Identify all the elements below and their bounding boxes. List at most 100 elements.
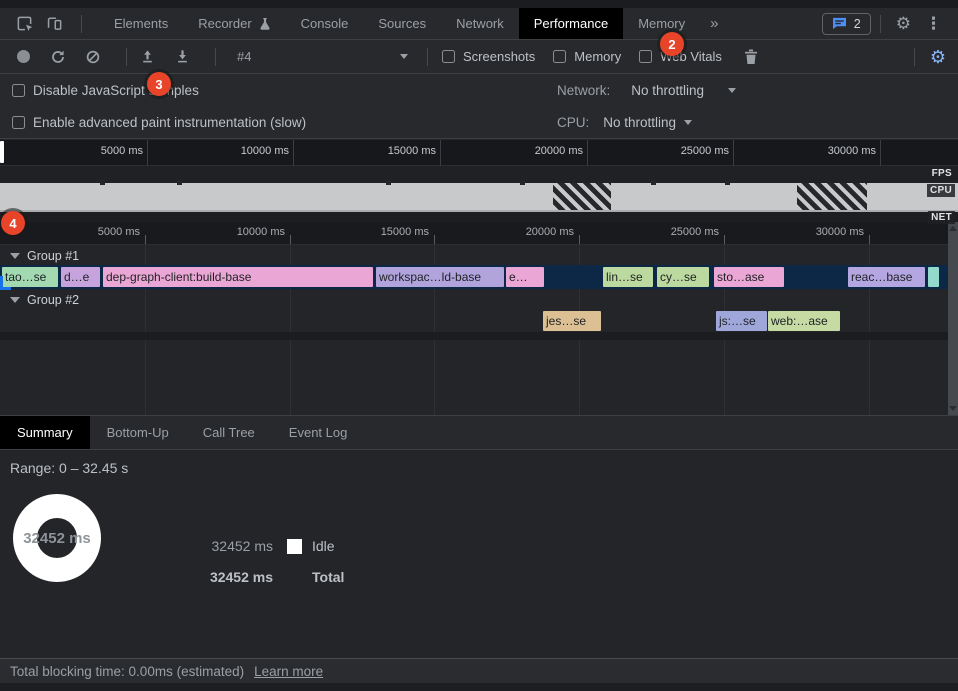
separator [215, 48, 216, 66]
overview-net-lane: NET [0, 210, 958, 222]
device-toolbar-icon[interactable] [42, 12, 66, 36]
caret-down-icon [684, 120, 692, 125]
load-profile-button[interactable] [136, 46, 158, 68]
clear-button[interactable] [82, 46, 104, 68]
flame-ruler-tick [434, 235, 435, 244]
donut-center-value: 32452 ms [23, 530, 91, 547]
tab-call-tree[interactable]: Call Tree [186, 416, 272, 449]
cpu-lane-label: CPU [927, 184, 955, 197]
learn-more-link[interactable]: Learn more [254, 664, 323, 679]
overview-fps-lane: FPS [0, 166, 958, 183]
devtools-window: Elements Recorder Console Sources Networ… [0, 0, 958, 691]
advanced-paint-checkbox[interactable]: Enable advanced paint instrumentation (s… [12, 115, 306, 130]
vertical-scrollbar[interactable] [948, 222, 958, 415]
flame-ruler-label: 20000 ms [526, 226, 574, 238]
flame-bar[interactable]: js:…se [716, 311, 767, 331]
flame-ruler-tick [290, 235, 291, 244]
scroll-down-arrow-icon[interactable] [949, 406, 957, 411]
tab-bottom-up[interactable]: Bottom-Up [90, 416, 186, 449]
flame-bar[interactable] [928, 267, 939, 287]
total-swatch-spacer [287, 570, 302, 585]
flame-bar[interactable]: web:…ase [768, 311, 840, 331]
annotation-badge[interactable]: 3 [147, 72, 171, 96]
screenshots-checkbox[interactable]: Screenshots [442, 49, 535, 64]
total-value: 32452 ms [203, 569, 273, 585]
cpu-idle-hatch [797, 183, 867, 210]
window-bottom-strip [0, 683, 958, 691]
flame-bar[interactable]: jes…se [543, 311, 601, 331]
cpu-activity-mark [100, 180, 105, 185]
history-select-value: #4 [237, 49, 251, 64]
checkbox-box [442, 50, 455, 63]
flame-bar[interactable]: sto…ase [714, 267, 784, 287]
overview-cpu-lane: CPU [0, 183, 958, 210]
flame-bar[interactable]: lin…se [603, 267, 653, 287]
inspect-element-icon[interactable] [12, 12, 36, 36]
summary-panel: Range: 0 – 32.45 s 32452 ms 32452 ms Idl… [0, 450, 958, 658]
separator [880, 15, 881, 33]
tab-summary[interactable]: Summary [0, 416, 90, 449]
trash-icon[interactable] [740, 46, 762, 68]
network-throttle-select[interactable]: Network: No throttling [557, 83, 736, 98]
tab-network[interactable]: Network [441, 8, 519, 39]
group1-label: Group #1 [27, 249, 79, 263]
timeline-overview[interactable]: 5000 ms10000 ms15000 ms20000 ms25000 ms3… [0, 140, 958, 222]
group1-header[interactable]: Group #1 [0, 247, 948, 265]
overview-ruler-label: 30000 ms [828, 145, 876, 157]
annotation-badge[interactable]: 2 [660, 32, 684, 56]
flame-ruler-label: 30000 ms [816, 226, 864, 238]
history-select[interactable]: #4 [225, 45, 418, 69]
tab-recorder[interactable]: Recorder [183, 8, 285, 39]
options-row-1: Disable JavaScript samples Network: No t… [0, 74, 958, 107]
overview-ruler-label: 20000 ms [535, 145, 583, 157]
messages-counter-button[interactable]: 2 [822, 13, 871, 35]
more-options-icon[interactable]: ⋮ [917, 15, 950, 32]
panel-tabs: Elements Recorder Console Sources Networ… [99, 8, 728, 39]
tab-memory[interactable]: Memory [623, 8, 700, 39]
tab-performance[interactable]: Performance [519, 8, 623, 39]
flame-ruler-label: 10000 ms [237, 226, 285, 238]
flame-ruler-tick [579, 235, 580, 244]
more-tabs-button[interactable]: » [700, 8, 728, 39]
tab-console[interactable]: Console [286, 8, 364, 39]
total-label: Total [312, 569, 344, 585]
flame-bar[interactable]: reac…base [848, 267, 925, 287]
record-button[interactable] [12, 46, 34, 68]
group2-header[interactable]: Group #2 [0, 291, 948, 309]
performance-toolbar: #4 Screenshots Memory Web Vitals ⚙ [0, 40, 958, 74]
flame-bar[interactable]: e… [506, 267, 544, 287]
scroll-up-arrow-icon[interactable] [949, 226, 957, 231]
reload-and-record-button[interactable] [47, 46, 69, 68]
chat-bubble-icon [832, 17, 847, 30]
settings-gear-icon[interactable]: ⚙ [890, 15, 917, 32]
save-profile-button[interactable] [171, 46, 193, 68]
flame-ruler-label: 5000 ms [98, 226, 140, 238]
tab-elements[interactable]: Elements [99, 8, 183, 39]
group1-bars-row: tao…sed…edep-graph-client:build-basework… [0, 265, 948, 289]
flame-ruler: 5000 ms10000 ms15000 ms20000 ms25000 ms3… [0, 222, 948, 245]
tab-event-log[interactable]: Event Log [272, 416, 365, 449]
tab-recorder-label: Recorder [198, 16, 251, 31]
overview-ruler-tick [733, 140, 734, 166]
memory-checkbox[interactable]: Memory [553, 49, 621, 64]
flame-bar[interactable]: cy…se [657, 267, 709, 287]
flame-chart[interactable]: 5000 ms10000 ms15000 ms20000 ms25000 ms3… [0, 222, 958, 415]
network-label: Network: [557, 83, 610, 98]
cpu-activity-mark [725, 180, 730, 185]
tab-sources[interactable]: Sources [363, 8, 441, 39]
cpu-activity-mark [520, 180, 525, 185]
flame-bar[interactable]: workspac…ld-base [376, 267, 504, 287]
overview-left-handle[interactable] [0, 141, 4, 163]
idle-donut-chart: 32452 ms [13, 494, 101, 582]
flame-bar[interactable]: dep-graph-client:build-base [103, 267, 373, 287]
overview-ruler: 5000 ms10000 ms15000 ms20000 ms25000 ms3… [0, 140, 958, 166]
flame-bar[interactable]: d…e [61, 267, 100, 287]
idle-swatch [287, 539, 302, 554]
annotation-badge[interactable]: 4 [1, 211, 25, 235]
overview-ruler-tick [587, 140, 588, 166]
idle-value: 32452 ms [203, 538, 273, 554]
cpu-throttle-select[interactable]: CPU: No throttling [557, 115, 692, 130]
group2-label: Group #2 [27, 293, 79, 307]
capture-settings-gear-icon[interactable]: ⚙ [924, 48, 952, 66]
advanced-paint-label: Enable advanced paint instrumentation (s… [33, 115, 306, 130]
